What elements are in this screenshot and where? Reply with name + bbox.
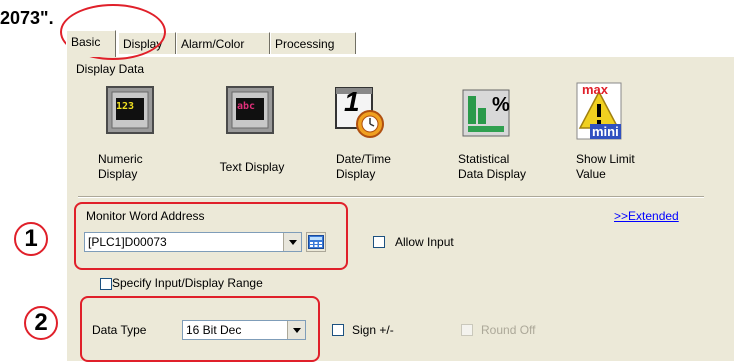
monitor-highlight-box	[74, 202, 348, 270]
callout-two: 2	[24, 306, 58, 340]
sign-checkbox[interactable]	[332, 324, 344, 336]
text-display-label: Text Display	[219, 160, 285, 174]
tab-processing[interactable]: Processing	[270, 32, 356, 54]
allow-input-label: Allow Input	[395, 235, 454, 249]
statistical-display-label: Statistical Data Display	[458, 152, 527, 181]
tab-label: Basic	[71, 35, 101, 49]
caption-fragment: 2073".	[0, 8, 54, 28]
numeric-glyph: 123	[116, 101, 135, 112]
datetime-display-button[interactable]: 1 Date/Time Display	[322, 82, 406, 190]
tab-strip: Basic Display Alarm/Color Processing	[66, 30, 734, 57]
text-display-button[interactable]: abc Text Display	[210, 82, 294, 190]
datetime-display-icon	[335, 87, 384, 138]
numeric-display-label: Numeric Display	[98, 152, 143, 181]
statistical-glyph: %	[492, 94, 510, 116]
data-type-highlight-box	[80, 296, 320, 362]
extended-link[interactable]: >>Extended	[614, 209, 679, 223]
limit-value-button[interactable]: max mini Show Limit Value	[568, 80, 648, 190]
tab-label: Alarm/Color	[181, 37, 245, 51]
section-separator	[78, 196, 704, 198]
allow-input-checkbox[interactable]	[373, 236, 385, 248]
statistical-display-button[interactable]: % Statistical Data Display	[448, 82, 538, 190]
numeric-display-button[interactable]: 123 Numeric Display	[86, 82, 170, 190]
limit-value-label: Show Limit Value	[576, 152, 635, 181]
datetime-display-label: Date/Time Display	[336, 152, 391, 181]
specify-range-checkbox[interactable]	[100, 278, 112, 290]
limit-max-glyph: max	[582, 82, 609, 97]
text-glyph: abc	[237, 101, 256, 112]
group-title: Display Data	[76, 62, 145, 76]
callout-one: 1	[14, 222, 48, 256]
tab-alarm-color[interactable]: Alarm/Color	[176, 32, 270, 54]
tab-label: Processing	[275, 37, 335, 51]
sign-label: Sign +/-	[352, 323, 394, 337]
round-off-checkbox	[461, 324, 473, 336]
datetime-glyph: 1	[344, 86, 360, 117]
round-off-label: Round Off	[481, 323, 536, 337]
tab-basic[interactable]: Basic	[66, 30, 116, 57]
specify-range-label: Specify Input/Display Range	[112, 276, 263, 290]
limit-min-glyph: mini	[590, 124, 621, 139]
